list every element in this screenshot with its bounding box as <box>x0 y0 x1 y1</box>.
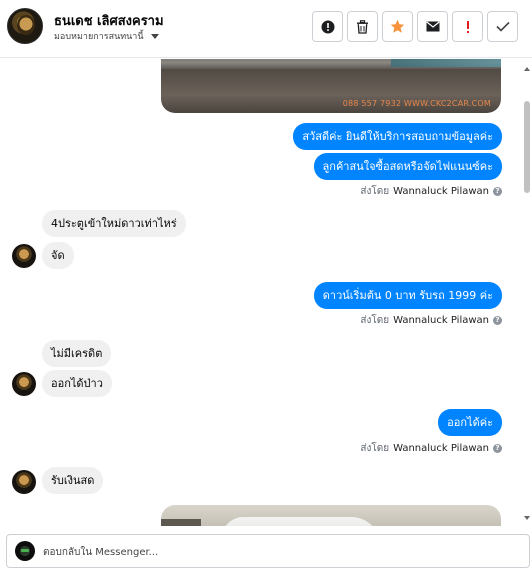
sent-by-label: ส่งโดย <box>360 315 390 326</box>
reply-composer <box>6 534 530 568</box>
spam-icon <box>466 20 469 33</box>
incoming-message[interactable]: ไม่มีเครดิต <box>42 340 112 367</box>
car-photo-stripe <box>391 59 501 67</box>
sent-by-label: ส่งโดย <box>360 186 390 197</box>
conversation-actions <box>312 11 518 42</box>
reply-input[interactable] <box>43 542 513 562</box>
assign-conversation-dropdown[interactable]: มอบหมายการสนทนานี้ <box>54 29 159 43</box>
scroll-down-arrow[interactable] <box>524 516 530 520</box>
report-icon <box>321 20 334 33</box>
mail-icon <box>425 21 440 32</box>
car-photo-body <box>221 517 381 526</box>
star-icon <box>390 19 405 33</box>
sender-name: Wannaluck Pilawan <box>393 315 489 326</box>
check-icon <box>495 21 510 32</box>
delete-button[interactable] <box>347 11 378 42</box>
help-icon[interactable]: ? <box>493 187 502 196</box>
sent-by-line: ส่งโดย Wannaluck Pilawan ? <box>360 184 502 199</box>
car-photo-message[interactable] <box>161 505 501 526</box>
photo-watermark: 088 557 7932 WWW.CKC2CAR.COM <box>342 99 491 108</box>
car-photo-message[interactable]: 088 557 7932 WWW.CKC2CAR.COM <box>161 59 501 113</box>
sent-by-line: ส่งโดย Wannaluck Pilawan ? <box>360 441 502 456</box>
sent-by-line: ส่งโดย Wannaluck Pilawan ? <box>360 313 502 328</box>
contact-avatar-small[interactable] <box>12 244 36 268</box>
sent-by-label: ส่งโดย <box>360 443 390 454</box>
thread-scrollbar[interactable] <box>522 59 532 526</box>
incoming-message[interactable]: จัด <box>42 242 74 269</box>
incoming-message[interactable]: 4ประตูเข้าใหม่ดาวเท่าไหร่ <box>42 210 186 237</box>
sender-name: Wannaluck Pilawan <box>393 443 489 454</box>
page-avatar <box>15 541 35 561</box>
mark-done-button[interactable] <box>487 11 518 42</box>
help-icon[interactable]: ? <box>493 316 502 325</box>
car-photo-background <box>161 519 201 526</box>
contact-avatar-small[interactable] <box>12 470 36 494</box>
scroll-thumb[interactable] <box>524 101 530 193</box>
incoming-message[interactable]: รับเงินสด <box>42 467 104 494</box>
sender-name: Wannaluck Pilawan <box>393 186 489 197</box>
contact-avatar-small[interactable] <box>12 372 36 396</box>
contact-name[interactable]: ธนเดช เลิศสงคราม <box>54 10 164 31</box>
outgoing-message[interactable]: ดาวน์เริ่มต้น 0 บาท รับรถ 1999 ค่ะ <box>313 282 502 309</box>
mark-unread-button[interactable] <box>417 11 448 42</box>
conversation-header: ธนเดช เลิศสงคราม มอบหมายการสนทนานี้ <box>0 0 532 58</box>
assign-label: มอบหมายการสนทนานี้ <box>54 32 144 42</box>
chevron-down-icon <box>150 33 159 39</box>
scroll-up-arrow[interactable] <box>524 67 530 71</box>
incoming-message[interactable]: ออกได้ป่าว <box>42 370 112 397</box>
help-icon[interactable]: ? <box>493 444 502 453</box>
outgoing-message[interactable]: สวัสดีค่ะ ยินดีให้บริการสอบถามข้อมูลค่ะ <box>293 123 502 150</box>
spam-button[interactable] <box>452 11 483 42</box>
report-button[interactable] <box>312 11 343 42</box>
message-thread[interactable]: 088 557 7932 WWW.CKC2CAR.COM สวัสดีค่ะ ย… <box>0 59 522 526</box>
contact-avatar[interactable] <box>7 8 43 44</box>
star-button[interactable] <box>382 11 413 42</box>
outgoing-message[interactable]: ลูกค้าสนใจซื้อสดหรือจัดไฟแนนซ์คะ <box>313 153 502 180</box>
trash-icon <box>357 19 368 34</box>
outgoing-message[interactable]: ออกได้ค่ะ <box>438 409 502 436</box>
